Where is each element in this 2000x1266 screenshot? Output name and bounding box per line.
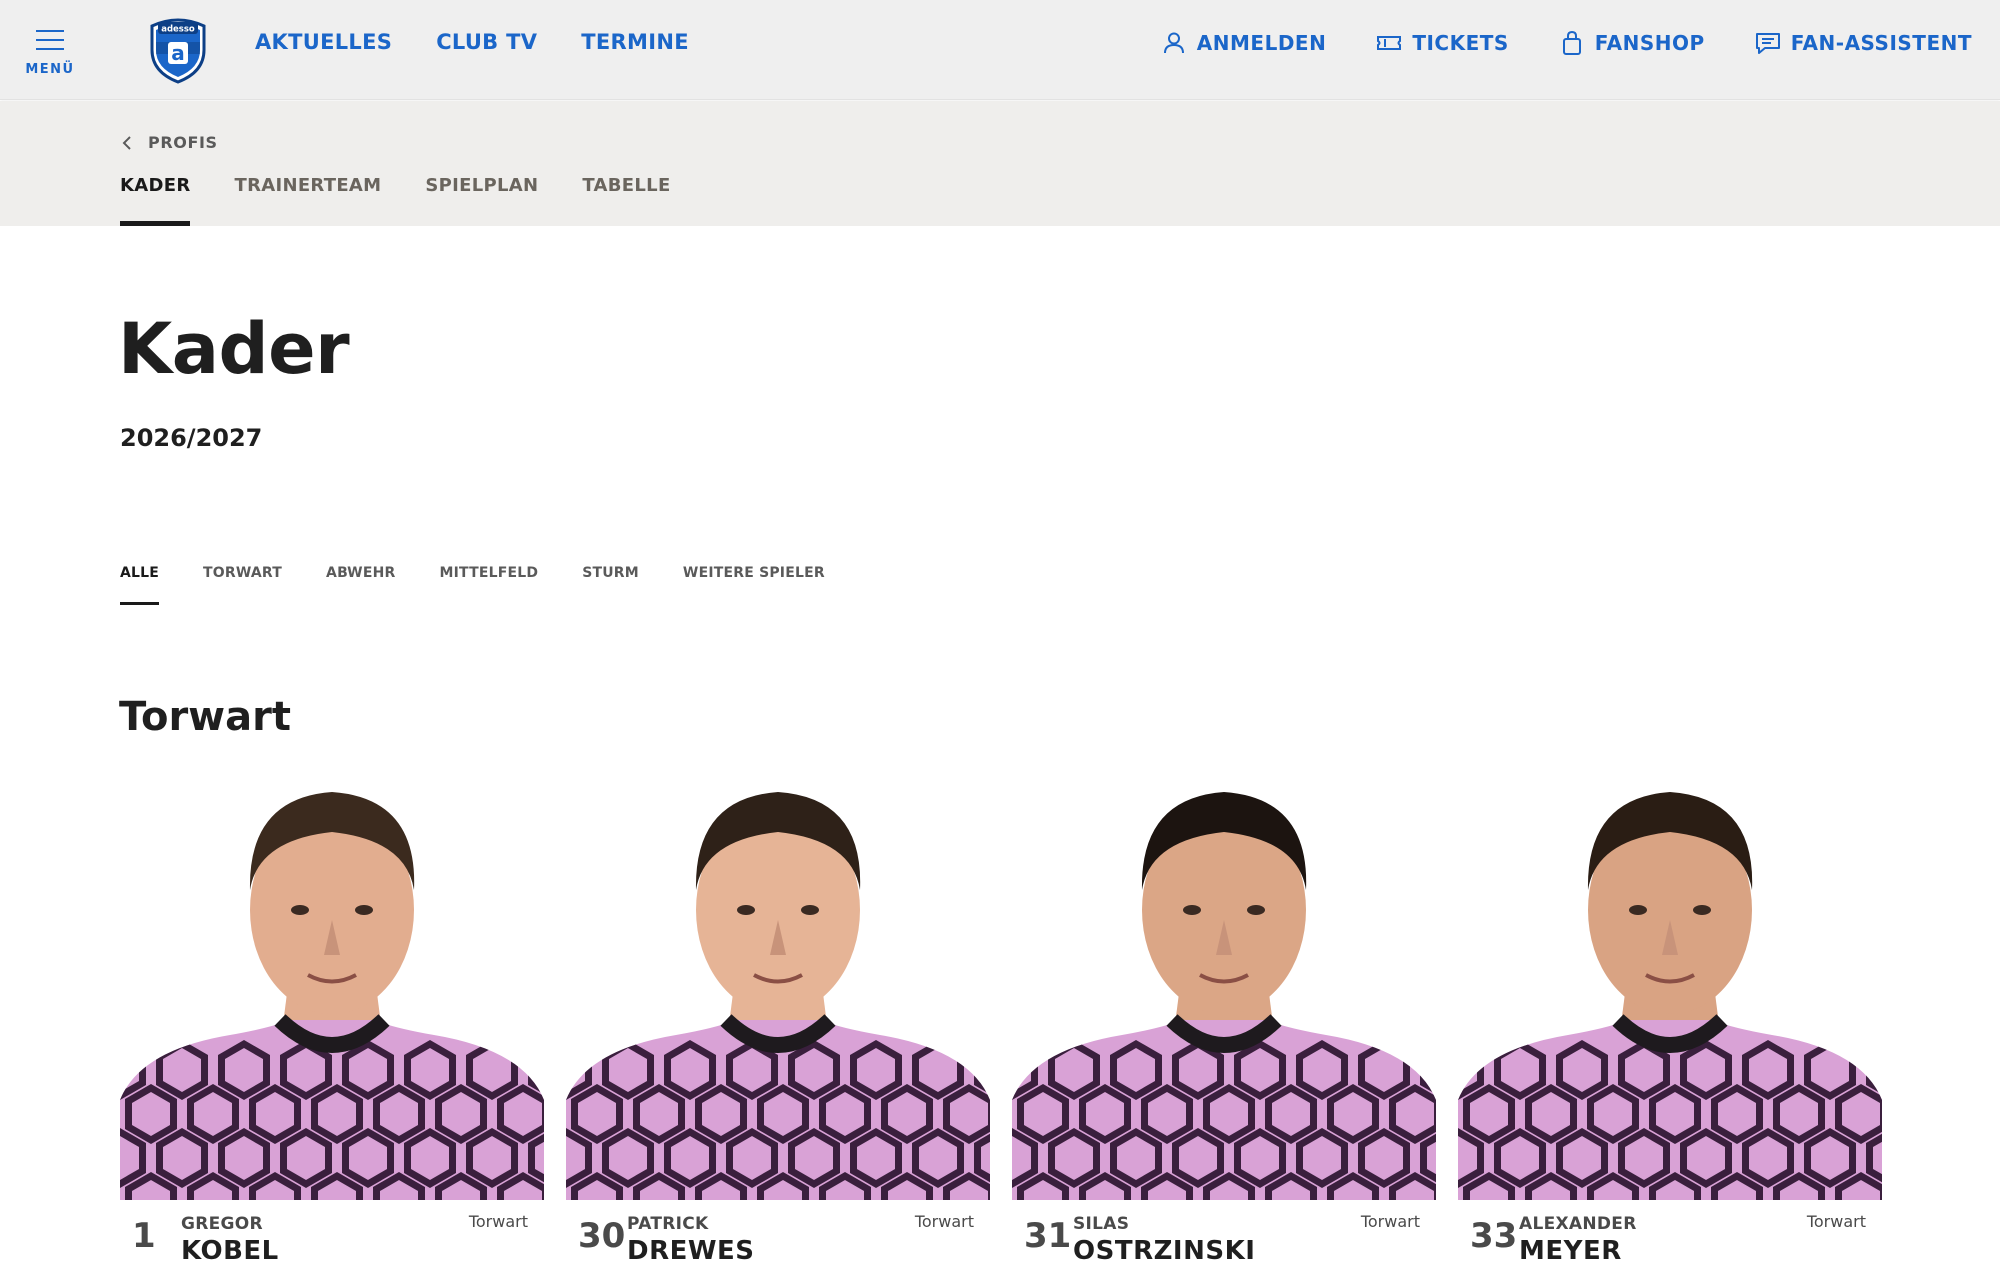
ticket-icon xyxy=(1377,36,1402,50)
club-logo[interactable]: adesso a xyxy=(146,16,210,84)
filter-sturm[interactable]: STURM xyxy=(582,565,639,605)
position-filters: ALLE TORWART ABWEHR MITTELFELD STURM WEI… xyxy=(120,565,825,605)
tab-spielplan[interactable]: SPIELPLAN xyxy=(425,175,538,226)
player-info: 31 SILAS OSTRZINSKI Torwart xyxy=(1012,1200,1436,1266)
filter-alle[interactable]: ALLE xyxy=(120,565,160,605)
player-last-name: KOBEL xyxy=(181,1236,279,1266)
login-link[interactable]: ANMELDEN xyxy=(1161,30,1327,56)
breadcrumb-back[interactable]: PROFIS xyxy=(120,133,218,152)
player-portrait xyxy=(120,792,544,1200)
player-first-name: ALEXANDER xyxy=(1519,1214,1637,1234)
player-last-name: DREWES xyxy=(627,1236,755,1266)
player-card-list: 1 GREGOR KOBEL Torwart 30 PATRICK DREWES… xyxy=(120,770,1882,1266)
player-photo xyxy=(1458,770,1882,1200)
player-portrait xyxy=(1458,792,1882,1200)
user-icon xyxy=(1163,32,1184,54)
utility-navigation: ANMELDEN TICKETS FANSHOP FAN-ASSISTENT xyxy=(1161,30,1972,56)
section-tabs: KADER TRAINERTEAM SPIELPLAN TABELLE xyxy=(120,175,671,226)
player-last-name: OSTRZINSKI xyxy=(1073,1236,1256,1266)
nav-termine[interactable]: TERMINE xyxy=(581,30,689,54)
breadcrumb-label: PROFIS xyxy=(148,133,218,152)
player-portrait xyxy=(566,792,990,1200)
sub-navigation: PROFIS KADER TRAINERTEAM SPIELPLAN TABEL… xyxy=(0,101,2000,226)
filter-weitere-spieler[interactable]: WEITERE SPIELER xyxy=(683,565,825,605)
season-label: 2026/2027 xyxy=(120,424,263,452)
player-card[interactable]: 33 ALEXANDER MEYER Torwart xyxy=(1458,770,1882,1266)
player-first-name: PATRICK xyxy=(627,1214,709,1234)
menu-label: MENÜ xyxy=(25,62,75,77)
filter-abwehr[interactable]: ABWEHR xyxy=(326,565,395,605)
player-card[interactable]: 1 GREGOR KOBEL Torwart xyxy=(120,770,544,1266)
hamburger-icon xyxy=(36,30,64,57)
chat-icon xyxy=(1755,33,1780,54)
player-info: 1 GREGOR KOBEL Torwart xyxy=(120,1200,544,1266)
tab-tabelle[interactable]: TABELLE xyxy=(582,175,670,226)
player-number: 33 xyxy=(1470,1216,1518,1256)
player-number: 30 xyxy=(578,1216,626,1256)
player-portrait xyxy=(1012,792,1436,1200)
player-first-name: SILAS xyxy=(1073,1214,1130,1234)
fan-assistant-label: FAN-ASSISTENT xyxy=(1790,31,1972,55)
nav-club-tv[interactable]: CLUB TV xyxy=(436,30,537,54)
section-title: Torwart xyxy=(119,694,291,740)
player-first-name: GREGOR xyxy=(181,1214,263,1234)
player-position: Torwart xyxy=(1360,1212,1420,1231)
player-card[interactable]: 30 PATRICK DREWES Torwart xyxy=(566,770,990,1266)
filter-mittelfeld[interactable]: MITTELFELD xyxy=(439,565,538,605)
fan-assistant-link[interactable]: FAN-ASSISTENT xyxy=(1755,30,1972,56)
player-last-name: MEYER xyxy=(1519,1236,1622,1266)
fanshop-label: FANSHOP xyxy=(1594,31,1705,55)
login-label: ANMELDEN xyxy=(1196,31,1327,55)
player-number: 1 xyxy=(132,1216,156,1256)
shopping-bag-icon xyxy=(1562,30,1581,55)
tickets-label: TICKETS xyxy=(1412,31,1509,55)
player-card[interactable]: 31 SILAS OSTRZINSKI Torwart xyxy=(1012,770,1436,1266)
player-info: 30 PATRICK DREWES Torwart xyxy=(566,1200,990,1266)
player-position: Torwart xyxy=(468,1212,528,1231)
fanshop-link[interactable]: FANSHOP xyxy=(1559,30,1705,56)
nav-aktuelles[interactable]: AKTUELLES xyxy=(255,30,392,54)
menu-button[interactable]: MENÜ xyxy=(22,24,78,84)
player-info: 33 ALEXANDER MEYER Torwart xyxy=(1458,1200,1882,1266)
player-position: Torwart xyxy=(914,1212,974,1231)
main-navigation: AKTUELLES CLUB TV TERMINE xyxy=(255,30,689,54)
player-photo xyxy=(120,770,544,1200)
tab-trainerteam[interactable]: TRAINERTEAM xyxy=(234,175,381,226)
player-photo xyxy=(1012,770,1436,1200)
svg-text:a: a xyxy=(171,41,185,65)
player-position: Torwart xyxy=(1806,1212,1866,1231)
tickets-link[interactable]: TICKETS xyxy=(1376,30,1508,56)
logo-wordmark: adesso xyxy=(161,25,195,35)
tab-kader[interactable]: KADER xyxy=(120,175,191,226)
page-title: Kader xyxy=(118,308,350,390)
player-number: 31 xyxy=(1024,1216,1072,1256)
chevron-left-icon xyxy=(122,135,131,150)
player-photo xyxy=(566,770,990,1200)
top-header: MENÜ adesso a AKTUELLES CLUB TV TERMINE … xyxy=(0,0,2000,100)
filter-torwart[interactable]: TORWART xyxy=(203,565,282,605)
